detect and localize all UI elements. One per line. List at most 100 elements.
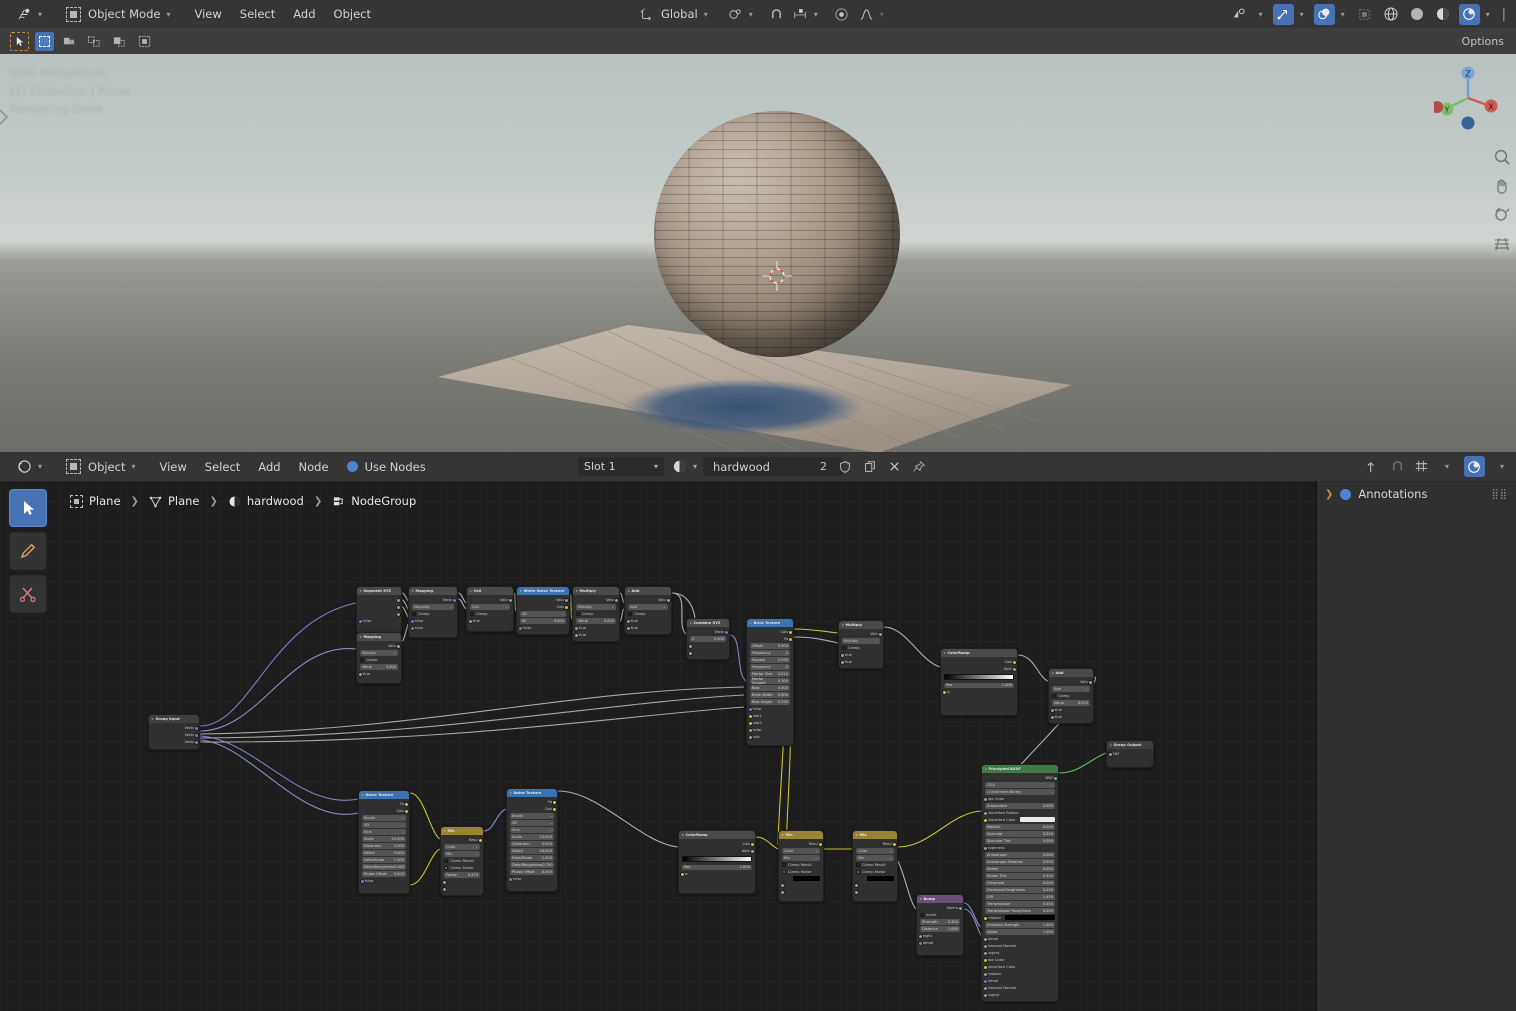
- node-add_2[interactable]: ▾ Add Value Add ⌄ Clamp Value 0.000 Value Value: [1048, 668, 1094, 724]
- node-value-field[interactable]: DetailRoughness 0.500: [362, 864, 406, 870]
- node-input-socket[interactable]: Vector: [517, 625, 566, 631]
- node-input-socket[interactable]: Roughness: [982, 845, 1055, 851]
- visibility-chevron[interactable]: ▾: [1253, 0, 1269, 28]
- shader-editor-type-selector[interactable]: ▾: [8, 453, 57, 481]
- socket-in[interactable]: [917, 940, 923, 946]
- node-value-field[interactable]: Emission Strength 1.000: [985, 922, 1055, 928]
- node-dropdown[interactable]: Add ⌄: [628, 604, 668, 610]
- node-value-field[interactable]: Bias 0.000: [750, 685, 790, 691]
- node-dropdown[interactable]: Color ⌄: [856, 848, 894, 854]
- socket-in[interactable]: [1107, 751, 1113, 757]
- node-checkbox-row[interactable]: Clamp Result: [444, 858, 480, 864]
- socket-out[interactable]: [193, 739, 199, 745]
- tool-select-lasso[interactable]: [85, 32, 104, 51]
- node-value-field[interactable]: Anisotropic 0.000: [985, 852, 1055, 858]
- node-input-socket[interactable]: A: [779, 883, 820, 888]
- node-collapse-icon[interactable]: ▾: [152, 717, 154, 721]
- node-value-field[interactable]: Frequency 2: [750, 650, 790, 656]
- socket-in[interactable]: [687, 650, 693, 656]
- socket-in[interactable]: [839, 652, 845, 658]
- node-dropdown[interactable]: Multiply ⌄: [576, 604, 616, 610]
- menu-view[interactable]: View: [185, 0, 230, 28]
- node-value-field[interactable]: Strength 0.300: [920, 919, 960, 925]
- node-checkbox-row[interactable]: Clamp: [1052, 693, 1090, 699]
- socket-in[interactable]: [982, 992, 988, 998]
- node-group_output[interactable]: ▾ Group Output BSDF: [1106, 740, 1154, 768]
- node-value-field[interactable]: Sheen Tint 0.500: [985, 873, 1055, 879]
- node-input-socket[interactable]: Mortar: [747, 727, 790, 733]
- socket-out[interactable]: [1087, 679, 1093, 685]
- node-collapse-icon[interactable]: ▾: [985, 767, 987, 771]
- socket-out[interactable]: [395, 604, 401, 610]
- socket-out[interactable]: [507, 597, 513, 603]
- node-input-socket[interactable]: Y: [687, 650, 726, 656]
- node-collapse-icon[interactable]: ▾: [470, 589, 472, 593]
- node-value-field[interactable]: Distance 1.000: [920, 926, 960, 932]
- node-output-socket[interactable]: Vector: [152, 725, 199, 731]
- node-input-socket[interactable]: Scale: [747, 734, 790, 740]
- node-input-socket[interactable]: Clearcoat Normal: [982, 985, 1055, 991]
- node-input-socket[interactable]: Fac: [679, 872, 752, 877]
- shader-menu-select[interactable]: Select: [196, 453, 249, 481]
- socket-in[interactable]: [1049, 707, 1055, 713]
- shading-chevron[interactable]: ▾: [1480, 0, 1496, 28]
- breadcrumb-item-nodegroup[interactable]: NodeGroup: [332, 494, 416, 508]
- node-collapse-icon[interactable]: ▾: [444, 829, 446, 833]
- socket-out[interactable]: [891, 841, 897, 847]
- node-value-field[interactable]: IOR 1.450: [985, 894, 1055, 900]
- node-mix_3[interactable]: ▾ Mix Result Color ⌄ Mix ⌄ Clamp Result Clamp Fa…: [852, 830, 898, 902]
- node-input-socket[interactable]: B: [441, 886, 480, 892]
- socket-in[interactable]: [982, 978, 988, 984]
- node-colorramp_1[interactable]: ▾ ColorRamp Color Alpha Pos 1.000 Fac: [940, 648, 1018, 716]
- node-mix_1[interactable]: ▾ Mix Result Color ⌄ Mix ⌄ Clamp Result Clamp Fa…: [440, 826, 484, 896]
- node-input-socket[interactable]: Value: [467, 618, 510, 624]
- node-dropdown[interactable]: Mix ⌄: [444, 851, 480, 857]
- node-collapse-icon[interactable]: ▾: [362, 793, 364, 797]
- snap-grid-chevron[interactable]: ▾: [1439, 453, 1455, 481]
- node-header-colorramp_2[interactable]: ▾ ColorRamp: [679, 831, 755, 839]
- options-label[interactable]: Options: [1462, 28, 1504, 54]
- node-dropdown[interactable]: Bands ⌄: [362, 815, 406, 821]
- socket-out[interactable]: [1052, 775, 1058, 781]
- node-value-field[interactable]: Brick Width 0.500: [750, 692, 790, 698]
- preview-chevron[interactable]: ▾: [1494, 453, 1510, 481]
- node-tool-tweak[interactable]: [9, 489, 47, 527]
- shader-menu-add[interactable]: Add: [249, 453, 289, 481]
- socket-in[interactable]: [941, 690, 947, 695]
- socket-out[interactable]: [787, 629, 793, 635]
- socket-in[interactable]: [517, 625, 523, 631]
- socket-in[interactable]: [982, 964, 988, 970]
- shader-type-selector[interactable]: Object ▾: [57, 453, 150, 481]
- checkbox-icon[interactable]: [444, 865, 448, 870]
- node-value-field[interactable]: Distortion 5.000: [510, 841, 554, 847]
- socket-in[interactable]: [467, 618, 473, 624]
- node-dropdown[interactable]: Bands ⌄: [510, 813, 554, 819]
- node-input-socket[interactable]: Value: [1049, 714, 1090, 720]
- node-value-field[interactable]: DetailScale 1.000: [362, 857, 406, 863]
- falloff-curve-icon[interactable]: [859, 7, 874, 22]
- shield-icon[interactable]: [838, 460, 852, 474]
- socket-out[interactable]: [477, 837, 483, 843]
- node-collapse-icon[interactable]: ▾: [360, 589, 362, 593]
- node-checkbox-row[interactable]: Clamp Result: [782, 862, 820, 868]
- node-header-mix_3[interactable]: ▾ Mix: [853, 831, 897, 839]
- node-collapse-icon[interactable]: ▾: [944, 651, 946, 655]
- node-value-field[interactable]: Transmission Roughness 0.000: [985, 908, 1055, 914]
- node-output-socket[interactable]: Vector: [690, 629, 729, 635]
- socket-in[interactable]: [747, 727, 753, 733]
- node-header-noise_texture_2[interactable]: ▾ Noise Texture: [507, 789, 557, 797]
- node-header-mapping_1[interactable]: ▾ Mapping: [409, 587, 457, 595]
- node-value-field[interactable]: Scale 12.000: [510, 834, 554, 840]
- node-output-socket[interactable]: Value: [1052, 679, 1093, 685]
- socket-in[interactable]: [409, 625, 415, 631]
- node-value-field[interactable]: Scale 25.000: [362, 836, 406, 842]
- node-input-socket[interactable]: Subsurface Radius: [982, 810, 1055, 816]
- node-dropdown[interactable]: 3D ⌄: [362, 822, 406, 828]
- use-nodes-toggle[interactable]: Use Nodes: [338, 453, 435, 481]
- checkbox-icon[interactable]: [782, 869, 786, 874]
- socket-out[interactable]: [613, 597, 619, 603]
- material-browse-chevron[interactable]: ▾: [693, 462, 697, 471]
- node-combine_xyz[interactable]: ▾Combine XYZ VectorZ 0.000 XY: [686, 618, 730, 660]
- node-header-combine_xyz[interactable]: ▾ Combine XYZ: [687, 619, 729, 627]
- socket-in[interactable]: [1049, 714, 1055, 720]
